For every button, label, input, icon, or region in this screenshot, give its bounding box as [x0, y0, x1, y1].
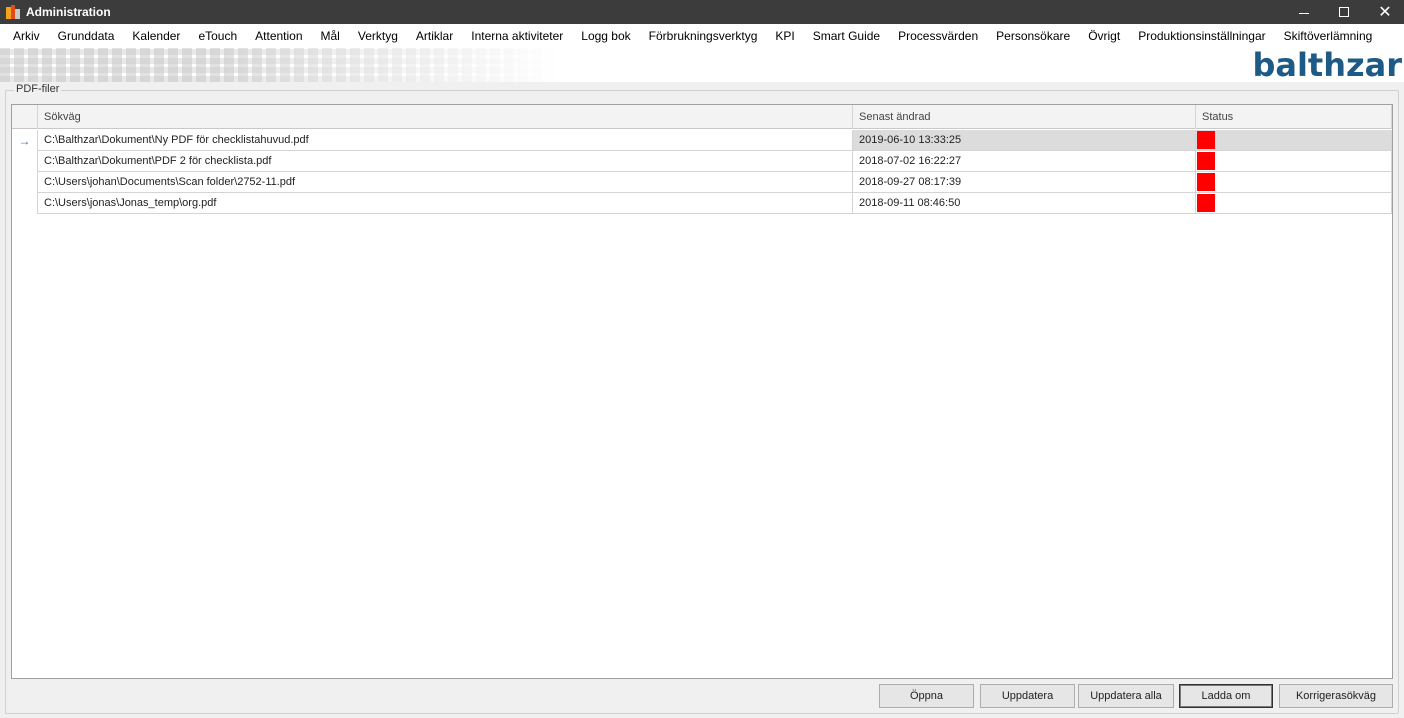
- title-bar: Administration ✕: [0, 0, 1404, 24]
- row-indicator-header: [12, 105, 37, 129]
- table-row[interactable]: → C:\Balthzar\Dokument\Ny PDF för checkl…: [12, 130, 1392, 151]
- status-indicator: [1197, 131, 1215, 149]
- maximize-icon: [1339, 7, 1349, 17]
- group-legend: PDF-filer: [14, 83, 62, 95]
- window-title: Administration: [26, 5, 111, 19]
- reload-button[interactable]: Ladda om: [1179, 684, 1273, 708]
- cell-status[interactable]: [1195, 172, 1392, 193]
- close-icon: ✕: [1378, 4, 1392, 21]
- menu-skiftoverlamning[interactable]: Skiftöverlämning: [1275, 24, 1382, 48]
- cell-path[interactable]: C:\Balthzar\Dokument\Ny PDF för checklis…: [37, 130, 852, 151]
- close-button[interactable]: ✕: [1364, 0, 1404, 24]
- menu-processvarden[interactable]: Processvärden: [889, 24, 987, 48]
- update-button[interactable]: Uppdatera: [980, 684, 1075, 708]
- menu-personsokare[interactable]: Personsökare: [987, 24, 1079, 48]
- banner-pattern: [0, 48, 560, 82]
- row-indicator: [12, 193, 37, 214]
- status-indicator: [1197, 194, 1215, 212]
- menu-attention[interactable]: Attention: [246, 24, 311, 48]
- cell-status[interactable]: [1195, 130, 1392, 151]
- balthzar-logo: balthzar: [1252, 48, 1402, 82]
- menu-grunddata[interactable]: Grunddata: [49, 24, 124, 48]
- row-indicator: [12, 172, 37, 193]
- status-indicator: [1197, 173, 1215, 191]
- cell-modified[interactable]: 2018-09-11 08:46:50: [852, 193, 1195, 214]
- header-banner: balthzar: [0, 48, 1404, 82]
- app-icon: [5, 4, 21, 20]
- cell-path[interactable]: C:\Balthzar\Dokument\PDF 2 för checklist…: [37, 151, 852, 172]
- cell-status[interactable]: [1195, 151, 1392, 172]
- column-header-path[interactable]: Sökväg: [37, 105, 852, 129]
- current-row-arrow-icon: →: [18, 133, 31, 148]
- menu-interna-aktiviteter[interactable]: Interna aktiviteter: [462, 24, 572, 48]
- menu-kalender[interactable]: Kalender: [123, 24, 189, 48]
- menu-logg-bok[interactable]: Logg bok: [572, 24, 639, 48]
- column-header-modified[interactable]: Senast ändrad: [852, 105, 1195, 129]
- minimize-icon: [1299, 12, 1309, 14]
- menu-verktyg[interactable]: Verktyg: [349, 24, 407, 48]
- cell-modified[interactable]: 2018-07-02 16:22:27: [852, 151, 1195, 172]
- menu-bar: Arkiv Grunddata Kalender eTouch Attentio…: [0, 24, 1404, 48]
- pdf-files-grid[interactable]: Sökväg Senast ändrad Status → C:\Balthza…: [11, 104, 1393, 679]
- maximize-button[interactable]: [1323, 0, 1365, 24]
- menu-kpi[interactable]: KPI: [766, 24, 803, 48]
- menu-arkiv[interactable]: Arkiv: [0, 24, 49, 48]
- correct-path-button[interactable]: Korrigerasökväg: [1279, 684, 1393, 708]
- table-row[interactable]: C:\Users\jonas\Jonas_temp\org.pdf 2018-0…: [12, 193, 1392, 214]
- cell-path[interactable]: C:\Users\johan\Documents\Scan folder\275…: [37, 172, 852, 193]
- minimize-button[interactable]: [1283, 0, 1325, 24]
- menu-smart-guide[interactable]: Smart Guide: [804, 24, 889, 48]
- menu-etouch[interactable]: eTouch: [189, 24, 246, 48]
- cell-modified[interactable]: 2019-06-10 13:33:25: [852, 130, 1195, 151]
- menu-forbrukningsverktyg[interactable]: Förbrukningsverktyg: [640, 24, 767, 48]
- status-indicator: [1197, 152, 1215, 170]
- cell-modified[interactable]: 2018-09-27 08:17:39: [852, 172, 1195, 193]
- row-indicator: [12, 151, 37, 172]
- grid-header: Sökväg Senast ändrad Status: [12, 105, 1392, 129]
- menu-ovrigt[interactable]: Övrigt: [1079, 24, 1129, 48]
- menu-artiklar[interactable]: Artiklar: [407, 24, 462, 48]
- open-button[interactable]: Öppna: [879, 684, 974, 708]
- table-row[interactable]: C:\Balthzar\Dokument\PDF 2 för checklist…: [12, 151, 1392, 172]
- menu-produktionsinstallningar[interactable]: Produktionsinställningar: [1129, 24, 1274, 48]
- menu-mal[interactable]: Mål: [312, 24, 349, 48]
- column-header-status[interactable]: Status: [1195, 105, 1392, 129]
- cell-status[interactable]: [1195, 193, 1392, 214]
- table-row[interactable]: C:\Users\johan\Documents\Scan folder\275…: [12, 172, 1392, 193]
- cell-path[interactable]: C:\Users\jonas\Jonas_temp\org.pdf: [37, 193, 852, 214]
- update-all-button[interactable]: Uppdatera alla: [1078, 684, 1174, 708]
